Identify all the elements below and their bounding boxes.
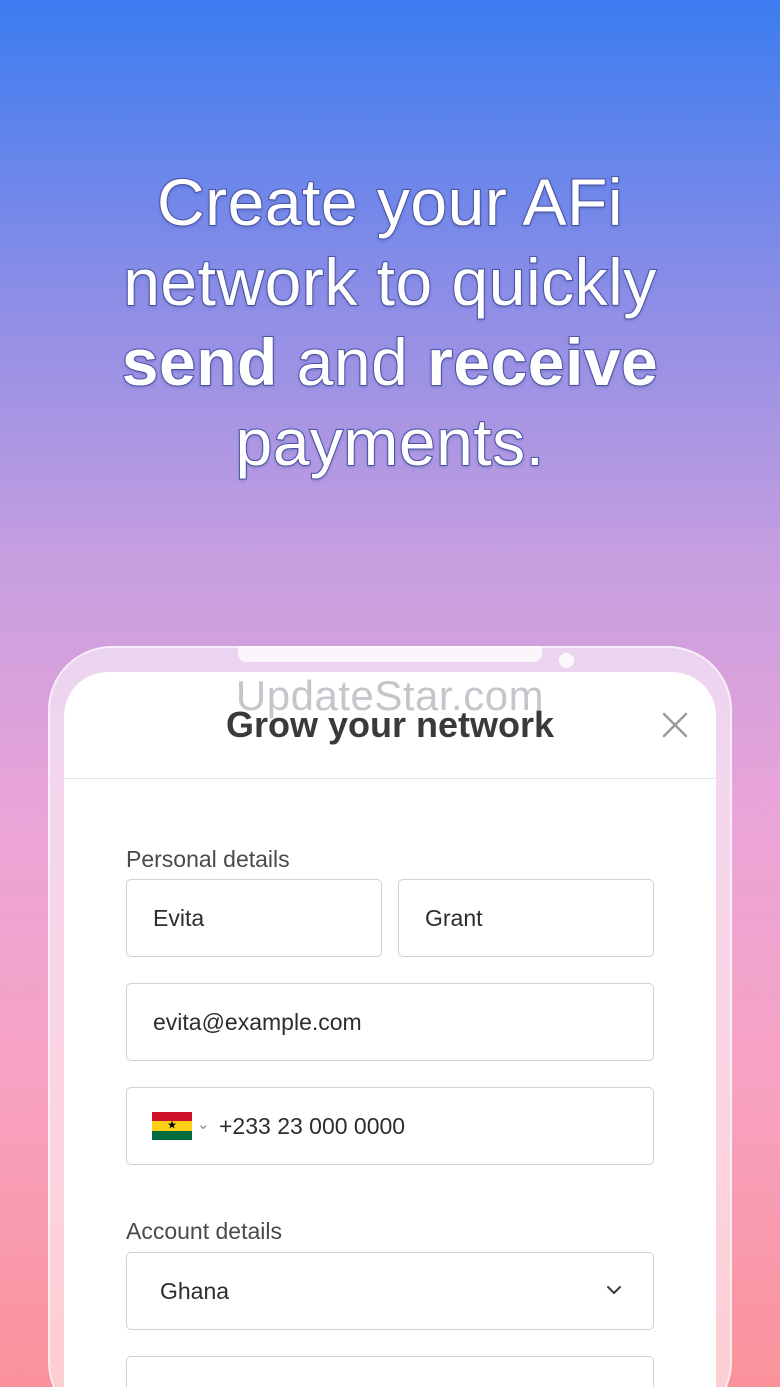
promo-receive: receive <box>426 324 659 400</box>
email-value: evita@example.com <box>153 1009 362 1035</box>
email-field[interactable]: evita@example.com <box>126 983 654 1061</box>
promo-send: send <box>121 324 279 400</box>
first-name-value: Evita <box>153 905 205 931</box>
modal-header: Grow your network UpdateStar.com <box>64 672 716 779</box>
promo-line-2: network to quickly <box>122 244 657 320</box>
phone-value: +233 23 000 0000 <box>219 1113 406 1139</box>
promo-line-1: Create your AFi <box>156 164 624 240</box>
phone-camera <box>559 653 574 668</box>
phone-speaker <box>238 646 542 662</box>
close-icon[interactable] <box>658 708 692 742</box>
last-name-value: Grant <box>425 905 483 931</box>
country-value: Ghana <box>160 1278 230 1304</box>
phone-field[interactable]: ★ ⌄ +233 23 000 0000 <box>126 1087 654 1165</box>
country-code-chevron-icon[interactable]: ⌄ <box>197 1115 210 1133</box>
phone-screen: Grow your network UpdateStar.com Persona… <box>64 672 716 1387</box>
next-field[interactable] <box>126 1356 654 1387</box>
personal-details-label: Personal details <box>126 846 290 872</box>
promo-line-3: send and receive <box>0 322 780 402</box>
promo-line-4: payments. <box>235 404 545 480</box>
first-name-field[interactable]: Evita <box>126 879 382 957</box>
account-details-label: Account details <box>126 1218 282 1244</box>
country-select[interactable]: Ghana <box>126 1252 654 1330</box>
chevron-down-icon <box>607 1286 621 1294</box>
watermark: UpdateStar.com <box>235 672 545 719</box>
last-name-field[interactable]: Grant <box>398 879 654 957</box>
ghana-flag-icon[interactable]: ★ <box>152 1112 192 1140</box>
promo-headline: Create your AFi network to quickly send … <box>0 162 780 482</box>
promo-and: and <box>277 324 428 400</box>
